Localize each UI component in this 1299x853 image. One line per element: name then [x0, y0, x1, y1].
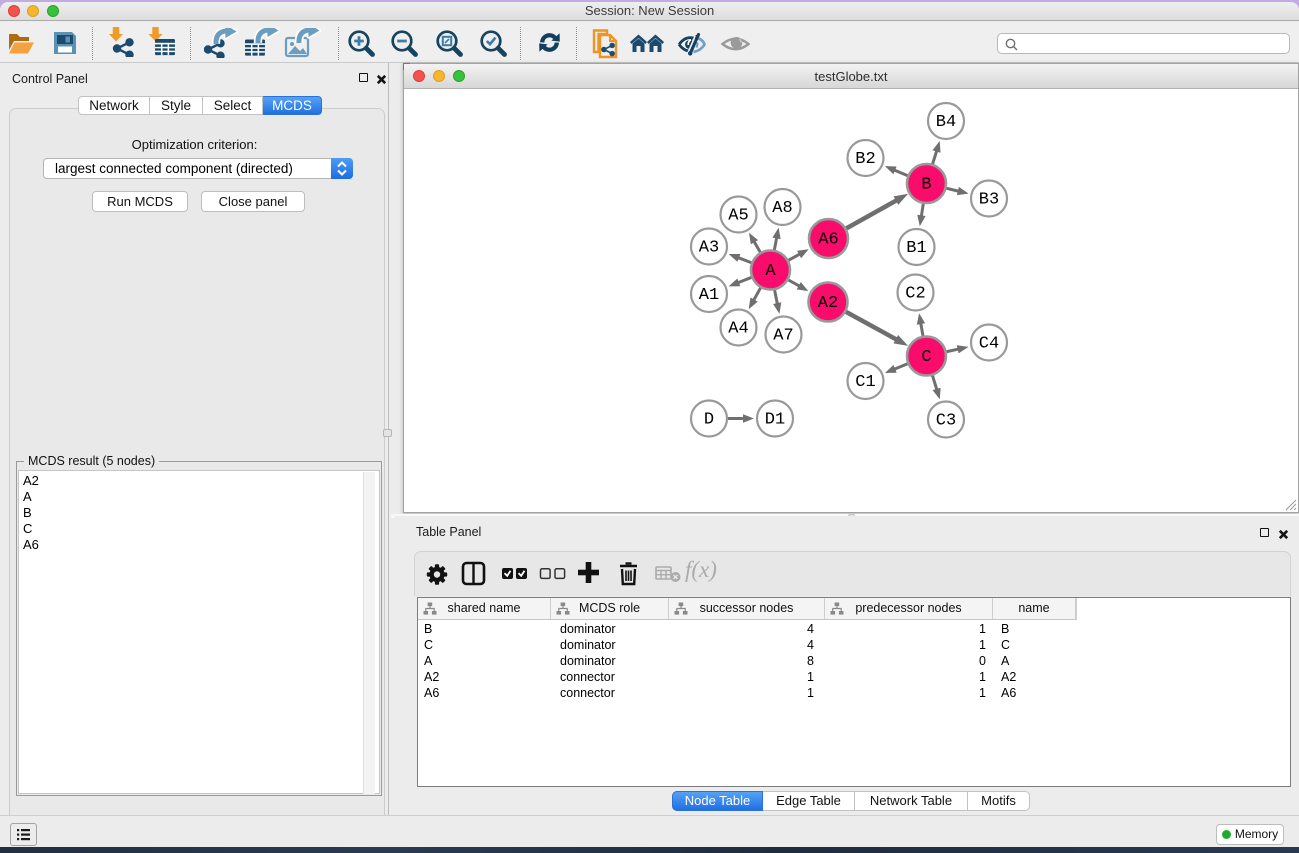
- svg-text:B: B: [921, 176, 931, 195]
- svg-text:A7: A7: [773, 327, 793, 346]
- svg-text:C: C: [921, 348, 931, 367]
- svg-text:B4: B4: [936, 113, 956, 132]
- svg-text:B1: B1: [906, 239, 926, 258]
- svg-text:A8: A8: [772, 199, 792, 218]
- svg-text:A1: A1: [699, 286, 719, 305]
- svg-text:A5: A5: [728, 207, 748, 226]
- svg-text:B2: B2: [855, 150, 875, 169]
- svg-text:A: A: [765, 262, 776, 281]
- svg-text:C2: C2: [905, 285, 925, 304]
- svg-text:A2: A2: [818, 294, 838, 313]
- svg-text:A4: A4: [728, 320, 748, 339]
- svg-text:B3: B3: [979, 191, 999, 210]
- svg-text:D1: D1: [765, 411, 785, 430]
- svg-text:A6: A6: [818, 231, 838, 250]
- svg-text:D: D: [704, 411, 714, 430]
- svg-text:C1: C1: [855, 373, 875, 392]
- svg-text:C3: C3: [936, 412, 956, 431]
- svg-text:C4: C4: [979, 335, 999, 354]
- svg-text:A3: A3: [699, 239, 719, 258]
